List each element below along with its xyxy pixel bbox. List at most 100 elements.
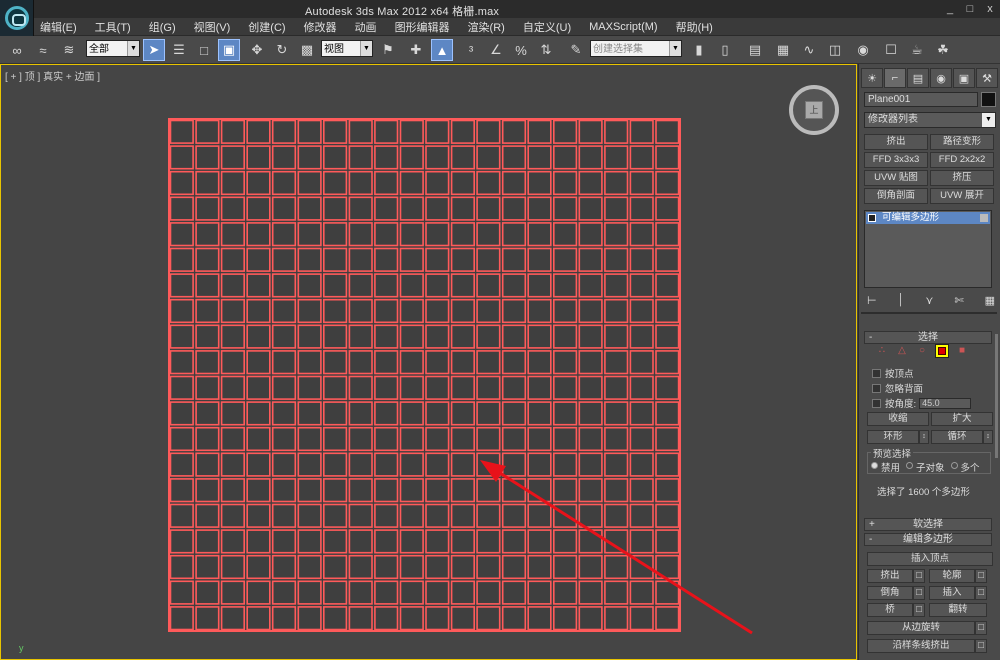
menu-animation[interactable]: 动画 [355, 19, 377, 35]
menu-group[interactable]: 组(G) [149, 19, 176, 35]
menu-create[interactable]: 创建(C) [248, 19, 285, 35]
render-setup-icon[interactable]: ☐ [880, 39, 902, 61]
configure-sets-icon[interactable]: ▦ [985, 294, 995, 307]
border-level-icon[interactable]: ○ [915, 344, 929, 358]
spinner-snap-icon[interactable]: ⇅ [535, 39, 557, 61]
loop-button[interactable]: 循环 [931, 430, 983, 444]
plane-outline[interactable] [168, 118, 681, 632]
squeeze-modifier-button[interactable]: 挤压 [930, 170, 994, 186]
extrude-modifier-button[interactable]: 挤出 [864, 134, 928, 150]
graphite-ribbon-icon[interactable]: ▦ [772, 39, 794, 61]
path-deform-modifier-button[interactable]: 路径变形 [930, 134, 994, 150]
ffd333-modifier-button[interactable]: FFD 3x3x3 [864, 152, 928, 168]
bridge-settings-icon[interactable]: □ [913, 603, 925, 617]
selection-filter-dropdown[interactable]: 全部 ▼ [86, 40, 140, 57]
layer-manager-icon[interactable]: ▤ [744, 39, 766, 61]
close-button[interactable]: x [980, 0, 1000, 18]
curve-editor-icon[interactable]: ∿ [798, 39, 820, 61]
hinge-from-edge-button[interactable]: 从边旋转 [867, 621, 975, 635]
schematic-view-icon[interactable]: ◫ [824, 39, 846, 61]
bevel-profile-modifier-button[interactable]: 倒角剖面 [864, 188, 928, 204]
outline-settings-icon[interactable]: □ [975, 569, 987, 583]
ring-spinner[interactable]: ↕ [919, 430, 929, 444]
preview-off-radio[interactable] [871, 462, 878, 469]
edit-named-selection-icon[interactable]: ✎ [565, 39, 587, 61]
by-angle-option[interactable]: 按角度: 45.0 [872, 397, 972, 410]
keyboard-shortcut-override-icon[interactable]: ▲ [431, 39, 453, 61]
flip-button[interactable]: 翻转 [929, 603, 987, 617]
snap-toggle-icon[interactable]: ³ [460, 39, 482, 61]
show-end-result-icon[interactable]: │ [898, 294, 905, 307]
extrude-along-spline-settings-icon[interactable]: □ [975, 639, 987, 653]
ignore-backface-checkbox[interactable] [872, 383, 881, 393]
edit-polygons-rollout-header[interactable]: - 编辑多边形 [864, 533, 992, 546]
menu-maxscript[interactable]: MAXScript(M) [589, 21, 657, 33]
menu-customize[interactable]: 自定义(U) [523, 19, 571, 35]
pin-stack-icon[interactable]: ⊢ [867, 294, 877, 307]
angle-snap-icon[interactable]: ∠ [485, 39, 507, 61]
percent-snap-icon[interactable]: % [510, 39, 532, 61]
pivot-center-icon[interactable]: ⚑ [377, 39, 399, 61]
inset-button[interactable]: 插入 [929, 586, 975, 600]
plane-grid[interactable] [1, 65, 857, 660]
render-production-icon[interactable]: ☘ [932, 39, 954, 61]
vertex-level-icon[interactable]: ∴ [875, 344, 889, 358]
hierarchy-tab-icon[interactable]: ▤ [907, 68, 929, 88]
rendered-frame-window-icon[interactable]: ☕ [906, 39, 928, 61]
modifier-list-dropdown[interactable]: 修改器列表 ▼ [864, 112, 996, 128]
mirror-icon[interactable]: ▮ [688, 39, 710, 61]
create-tab-icon[interactable]: ☀ [861, 68, 883, 88]
edge-level-icon[interactable]: △ [895, 344, 909, 358]
select-by-name-icon[interactable]: ☰ [168, 39, 190, 61]
preview-subobject-radio[interactable] [906, 462, 914, 469]
remove-modifier-icon[interactable]: ✄ [954, 294, 963, 307]
make-unique-icon[interactable]: ⋎ [925, 294, 933, 307]
utilities-tab-icon[interactable]: ⚒ [976, 68, 998, 88]
grow-button[interactable]: 扩大 [931, 412, 993, 426]
ring-button[interactable]: 环形 [867, 430, 919, 444]
unwrap-uvw-modifier-button[interactable]: UVW 展开 [930, 188, 994, 204]
element-level-icon[interactable]: ■ [955, 344, 969, 358]
motion-tab-icon[interactable]: ◉ [930, 68, 952, 88]
app-logo-icon[interactable] [0, 0, 34, 36]
expand-icon[interactable] [868, 214, 876, 222]
lightbulb-icon[interactable] [980, 214, 988, 222]
polygon-level-icon[interactable] [935, 344, 949, 358]
by-vertex-option[interactable]: 按顶点 [872, 367, 914, 380]
menu-tools[interactable]: 工具(T) [95, 19, 131, 35]
extrude-along-spline-button[interactable]: 沿样条线挤出 [867, 639, 975, 653]
rectangular-selection-icon[interactable]: □ [193, 39, 215, 61]
minimize-button[interactable]: _ [940, 0, 960, 18]
by-angle-checkbox[interactable] [872, 398, 881, 408]
menu-help[interactable]: 帮助(H) [676, 19, 713, 35]
stack-item-editable-poly[interactable]: 可编辑多边形 [866, 212, 990, 224]
preview-off-option[interactable]: 禁用 [871, 460, 900, 474]
reference-coordinate-dropdown[interactable]: 视图 ▼ [321, 40, 373, 57]
modifier-stack[interactable]: 可编辑多边形 [864, 210, 992, 288]
preview-multi-radio[interactable] [950, 462, 958, 469]
rotate-icon[interactable]: ↻ [271, 39, 293, 61]
preview-subobject-option[interactable]: 子对象 [906, 460, 945, 474]
loop-spinner[interactable]: ↕ [983, 430, 993, 444]
menu-views[interactable]: 视图(V) [194, 19, 231, 35]
viewcube-top-face[interactable]: 上 [805, 101, 823, 119]
shrink-button[interactable]: 收缩 [867, 412, 929, 426]
inset-settings-icon[interactable]: □ [975, 586, 987, 600]
move-icon[interactable]: ✥ [246, 39, 268, 61]
hinge-settings-icon[interactable]: □ [975, 621, 987, 635]
extrude-settings-icon[interactable]: □ [913, 569, 925, 583]
by-vertex-checkbox[interactable] [872, 368, 881, 378]
maximize-button[interactable]: □ [960, 0, 980, 18]
menu-graph-editors[interactable]: 图形编辑器 [395, 19, 450, 35]
bind-space-warp-icon[interactable]: ≋ [58, 39, 80, 61]
soft-selection-rollout-header[interactable]: + 软选择 [864, 518, 992, 531]
object-name-field[interactable]: Plane001 [864, 92, 978, 107]
material-editor-icon[interactable]: ◉ [852, 39, 874, 61]
bridge-button[interactable]: 桥 [867, 603, 913, 617]
insert-vertex-button[interactable]: 插入顶点 [867, 552, 993, 566]
bevel-settings-icon[interactable]: □ [913, 586, 925, 600]
ffd222-modifier-button[interactable]: FFD 2x2x2 [930, 152, 994, 168]
bevel-button[interactable]: 倒角 [867, 586, 913, 600]
select-object-icon[interactable]: ➤ [143, 39, 165, 61]
menu-rendering[interactable]: 渲染(R) [468, 19, 505, 35]
